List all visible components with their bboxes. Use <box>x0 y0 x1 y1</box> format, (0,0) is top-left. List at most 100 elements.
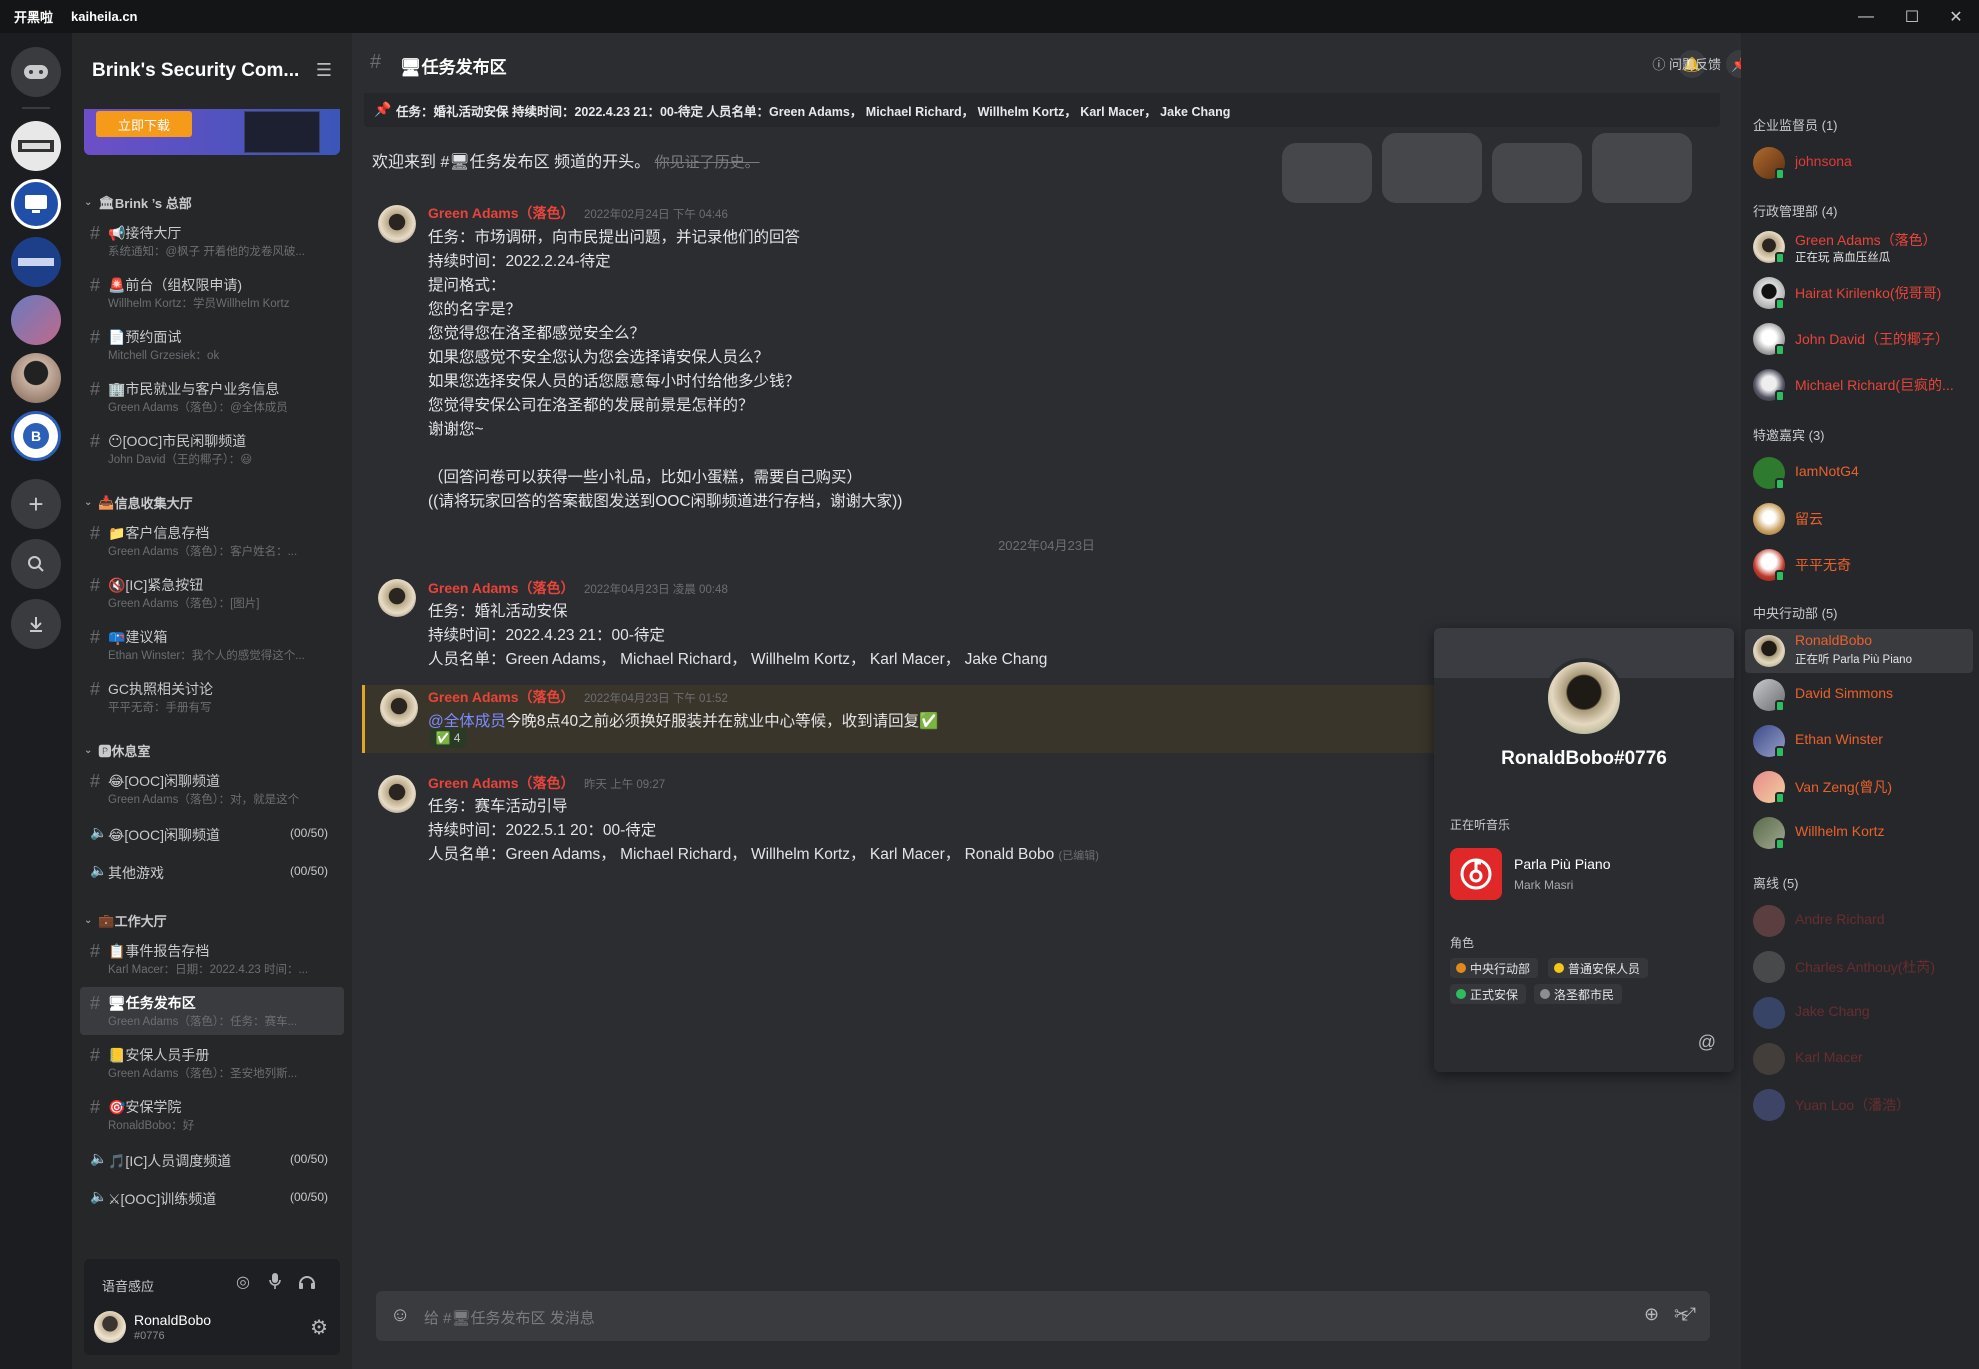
expand-icon[interactable]: ⤢ <box>1682 1304 1696 1325</box>
message-author[interactable]: Green Adams（落色） <box>428 687 575 707</box>
voice-channel-training[interactable]: 🔈 ⚔[OOC]训练频道 (00/50) <box>80 1183 344 1213</box>
server-icon-monitor[interactable] <box>11 179 61 229</box>
channel-emergency-button[interactable]: # 🔇[IC]紧急按钮 Green Adams（落色）：[图片] <box>80 569 344 617</box>
message-line: ((请将玩家回答的答案截图发送到OOC闲聊频道进行存档，谢谢大家)) <box>428 493 903 510</box>
server-icon-anime[interactable] <box>11 295 61 345</box>
maximize-button[interactable]: ☐ <box>1892 0 1932 33</box>
voice-channel-dispatch[interactable]: 🔈 🎵[IC]人员调度频道 (00/50) <box>80 1145 344 1175</box>
add-attachment-icon[interactable]: ⊕ <box>1644 1304 1659 1325</box>
channel-task-board[interactable]: # 🖥任务发布区 Green Adams（落色）：任务：赛车... <box>80 987 344 1035</box>
category-work-hall[interactable]: ⌄ 💼 工作大厅 <box>84 911 167 930</box>
user-avatar[interactable] <box>94 1311 126 1343</box>
message-composer[interactable]: ☺ 给 #🖥任务发布区 发消息 ⊕ ✂ ⤢ <box>376 1291 1710 1341</box>
download-now-button[interactable]: 立即下载 <box>96 111 192 137</box>
member-item[interactable]: Green Adams（落色） 正在玩 高血压丝瓜 <box>1745 227 1973 267</box>
gear-icon[interactable]: ⚙ <box>310 1315 328 1340</box>
app-domain: kaiheila.cn <box>71 9 138 24</box>
channel-name: ⚔[OOC]训练频道 <box>108 1191 217 1207</box>
channel-panel: Brink's Security Com... ☰ 立即下载 ⌄ 🏛 Brink ’… <box>72 33 352 1369</box>
member-name: Willhelm Kortz <box>1795 823 1885 839</box>
member-name: Hairat Kirilenko(倪哥哥) <box>1795 285 1942 301</box>
message-line: 您觉得您在洛圣都感觉安全么？ <box>428 325 646 342</box>
category-lounge[interactable]: ⌄ 🅿 休息室 <box>84 741 150 760</box>
server-icon-roleplay[interactable] <box>11 121 61 171</box>
channel-handbook[interactable]: # 📒安保人员手册 Green Adams（落色）：圣安地列斯... <box>80 1039 344 1087</box>
channel-reception[interactable]: # 📢接待大厅 系统通知：@枫子 开着他的龙卷风破... <box>80 217 344 265</box>
reaction-check[interactable]: ✅ 4 <box>430 728 466 748</box>
microphone-icon[interactable] <box>268 1272 282 1295</box>
voice-channel-ooc-chat[interactable]: 🔈 😂[OOC]闲聊频道 (00/50) <box>80 819 344 849</box>
home-gamepad-icon[interactable] <box>11 47 61 97</box>
emoji-icon[interactable]: ☺ <box>390 1304 410 1327</box>
headphones-icon[interactable] <box>298 1272 316 1295</box>
close-button[interactable]: ✕ <box>1936 0 1976 33</box>
member-item[interactable]: John David（王的椰子） <box>1745 319 1973 359</box>
channel-client-archive[interactable]: # 📁客户信息存档 Green Adams（落色）：客户姓名：... <box>80 517 344 565</box>
channel-front-desk[interactable]: # 🚨前台（组权限申请) Willhelm Kortz：学员Willhelm Kor… <box>80 269 344 317</box>
channel-preview: Willhelm Kortz：学员Willhelm Kortz <box>108 298 290 310</box>
server-icon-lssafety[interactable] <box>11 237 61 287</box>
mention-at-icon[interactable]: @ <box>1698 1032 1716 1053</box>
message-avatar[interactable] <box>380 689 418 727</box>
channel-citizen-chat[interactable]: # 😶[OOC]市民闲聊频道 John David（王的椰子）：😃 <box>80 425 344 473</box>
category-label: 信息收集大厅 <box>114 496 193 511</box>
member-item[interactable]: Willhelm Kortz <box>1745 813 1973 853</box>
voice-channel-other-games[interactable]: 🔈 其他游戏 (00/50) <box>80 857 344 887</box>
member-item-offline[interactable]: Andre Richard <box>1745 901 1973 941</box>
role-color-dot <box>1456 989 1466 999</box>
search-icon[interactable] <box>11 539 61 589</box>
channel-preview: Ethan Winster：我个人的感觉得这个... <box>108 650 305 662</box>
message-avatar[interactable] <box>378 205 416 243</box>
message-avatar[interactable] <box>378 579 416 617</box>
member-item[interactable]: David Simmons <box>1745 675 1973 715</box>
member-item[interactable]: Van Zeng(曾凡) <box>1745 767 1973 807</box>
member-item[interactable]: Hairat Kirilenko(倪哥哥) <box>1745 273 1973 313</box>
pinned-message-bar[interactable]: 📌 任务：婚礼活动安保 持续时间：2022.4.23 21：00-待定 人员名单… <box>364 93 1720 127</box>
message-author[interactable]: Green Adams（落色） <box>428 203 575 223</box>
channel-ooc-chat[interactable]: # 😂[OOC]闲聊频道 Green Adams（落色）：对，就是这个 <box>80 765 344 813</box>
channel-employment[interactable]: # 🏢市民就业与客户业务信息 Green Adams（落色）：@全体成员 <box>80 373 344 421</box>
member-item-selected[interactable]: RonaldBobo 正在听 Parla Più Piano <box>1745 629 1973 673</box>
message-line: （回答问卷可以获得一些小礼品，比如小蛋糕，需要自己购买） <box>428 469 863 486</box>
menu-icon[interactable]: ☰ <box>316 60 332 81</box>
minimize-button[interactable]: — <box>1846 0 1886 33</box>
voice-count: (00/50) <box>289 1190 328 1204</box>
server-icon-brink[interactable]: B <box>11 411 61 461</box>
member-item[interactable]: 留云 <box>1745 499 1973 539</box>
channel-name: 🎯安保学院 <box>108 1099 182 1115</box>
member-item[interactable]: johnsona <box>1745 143 1973 183</box>
message-avatar[interactable] <box>378 775 416 813</box>
category-info-collection[interactable]: ⌄ 📥 信息收集大厅 <box>84 493 193 512</box>
channel-name: 😂[OOC]闲聊频道 <box>108 827 221 843</box>
member-name: Ethan Winster <box>1795 731 1883 747</box>
message-timestamp: 2022年04月23日 凌晨 00:48 <box>584 584 728 596</box>
channel-incident-archive[interactable]: # 📋事件报告存档 Karl Macer：日期：2022.4.23 时间：... <box>80 935 344 983</box>
member-item-offline[interactable]: Karl Macer <box>1745 1039 1973 1079</box>
member-item[interactable]: Michael Richard(巨疯的... <box>1745 365 1973 405</box>
server-header[interactable]: Brink's Security Com... ☰ <box>72 33 352 109</box>
message-text: 今晚8点40之前必须换好服装并在就业中心等候，收到请回复✅ <box>505 713 939 730</box>
channel-suggestion-box[interactable]: # 📪建议箱 Ethan Winster：我个人的感觉得这个... <box>80 621 344 669</box>
download-icon[interactable] <box>11 599 61 649</box>
composer-placeholder: 给 #🖥任务发布区 发消息 <box>424 1310 595 1327</box>
message-author[interactable]: Green Adams（落色） <box>428 773 575 793</box>
member-item-offline[interactable]: Jake Chang <box>1745 993 1973 1033</box>
feedback-button[interactable]: ⓘ 问题反馈 <box>1652 54 1721 73</box>
category-headquarters[interactable]: ⌄ 🏛 Brink ’s 总部 <box>84 193 192 212</box>
message-author[interactable]: Green Adams（落色） <box>428 578 575 598</box>
channel-gc-license[interactable]: # GC执照相关讨论 平平无奇：手册有写 <box>80 673 344 721</box>
member-item-offline[interactable]: Charles Anthouy(杜芮) <box>1745 947 1973 987</box>
server-icon-portrait[interactable] <box>11 353 61 403</box>
status-indicator <box>1775 478 1785 490</box>
member-item[interactable]: 平平无奇 <box>1745 545 1973 585</box>
user-profile-popup: RonaldBobo#0776 正在听音乐 Parla Più Piano Ma… <box>1434 628 1734 1072</box>
download-banner[interactable]: 立即下载 <box>84 109 340 155</box>
member-item-offline[interactable]: Yuan Loo（潘浩） <box>1745 1085 1973 1125</box>
channel-interview[interactable]: # 📄预约面试 Mitchell Grzesiek：ok <box>80 321 344 369</box>
profile-name: RonaldBobo#0776 <box>1501 748 1667 769</box>
voice-activity-icon[interactable]: ◎ <box>236 1272 250 1292</box>
member-item[interactable]: IamNotG4 <box>1745 453 1973 493</box>
channel-academy[interactable]: # 🎯安保学院 RonaldBobo：好 <box>80 1091 344 1139</box>
add-server-icon[interactable]: + <box>11 479 61 529</box>
member-item[interactable]: Ethan Winster <box>1745 721 1973 761</box>
